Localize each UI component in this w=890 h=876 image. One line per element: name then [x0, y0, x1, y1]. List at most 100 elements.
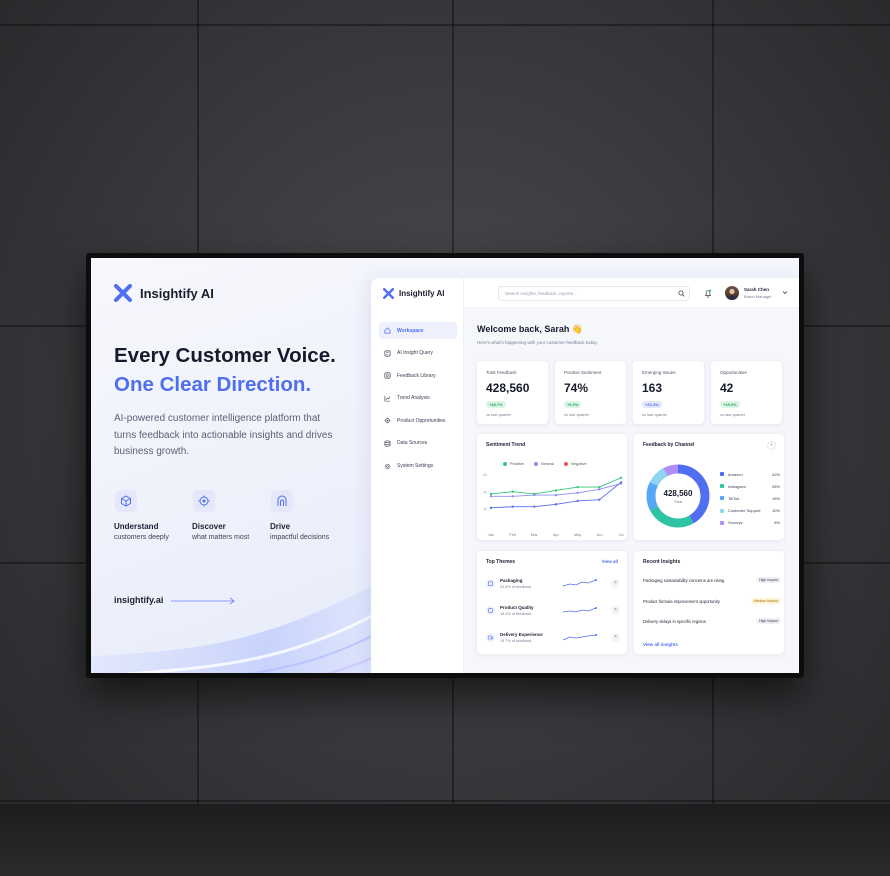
sidebar-item-label: System Settings — [397, 463, 434, 470]
avatar[interactable] — [725, 286, 739, 300]
sidebar: Insightify AI Workspace AI Insight Query… — [371, 278, 464, 673]
view-all-insights-link[interactable]: View all insights — [643, 642, 678, 647]
impact-badge: Medium impact — [750, 598, 781, 604]
dismiss-icon[interactable]: × — [611, 633, 620, 642]
stat-subtext: vs last quarter — [642, 412, 668, 417]
stat-card-total-feedback[interactable]: Total Feedback 428,560 +18.7% vs last qu… — [476, 360, 549, 425]
insight-text: Packaging sustainability concerns are ri… — [643, 578, 725, 583]
library-icon — [384, 372, 391, 379]
search-input[interactable]: Search insights, feedback, reports... — [498, 286, 690, 301]
stat-change-badge: +6.2% — [564, 401, 582, 408]
welcome-heading: Welcome back, Sarah 👋 — [477, 324, 584, 334]
sidebar-item-workspace[interactable]: Workspace — [379, 322, 457, 339]
database-icon — [384, 440, 391, 447]
arch-icon — [271, 490, 293, 512]
more-button[interactable]: + — [767, 441, 776, 450]
data-point-positive — [619, 476, 623, 479]
data-point-neutral — [489, 495, 493, 498]
wall-seam — [0, 800, 890, 802]
channel-legend: Amazon 42% Instagram 26% TikTok 15% Custome… — [720, 468, 780, 529]
feature-understand: Understand customers deeply — [114, 490, 192, 541]
stat-value: 163 — [642, 381, 663, 395]
feature-subtitle: what matters most — [192, 534, 250, 541]
stat-subtext: vs last quarter — [564, 412, 590, 417]
theme-sparkline — [562, 607, 597, 613]
sidebar-item-product-opportunities[interactable]: Product Opportunities — [379, 412, 457, 429]
sidebar-item-label: AI Insight Query — [397, 350, 433, 357]
stat-value: 428,560 — [486, 381, 530, 395]
stat-change-badge: +18.7% — [486, 401, 506, 408]
sidebar-item-ai-insight-query[interactable]: AI Insight Query — [379, 345, 457, 362]
gear-icon — [384, 463, 391, 469]
x-tick-label: Apr — [553, 532, 560, 537]
insight-text: Product formula improvement opportunity — [643, 599, 720, 604]
stat-value: 42 — [720, 381, 734, 395]
stat-value: 74% — [564, 381, 589, 395]
search-icon[interactable] — [678, 290, 685, 297]
x-tick-label: Jul — [618, 532, 623, 537]
site-link[interactable]: insightify.ai — [114, 595, 163, 605]
theme-row-packaging[interactable]: Packaging 24.8% of feedback × — [486, 577, 620, 593]
cube-icon — [115, 490, 137, 512]
hero-panel: Insightify AI Every Customer Voice. One … — [91, 258, 371, 673]
theme-sparkline — [562, 579, 597, 587]
logo-x-icon — [114, 284, 132, 302]
data-point-neutral — [598, 488, 601, 491]
stat-label: Emerging Issues — [642, 370, 676, 375]
card-title: Sentiment Trend — [486, 442, 526, 448]
sidebar-item-feedback-library[interactable]: Feedback Library — [379, 367, 457, 384]
data-point-neutral — [554, 493, 558, 497]
stat-card-positive-sentiment[interactable]: Positive Sentiment 74% +6.2% vs last qua… — [554, 360, 627, 425]
feature-title: Understand — [114, 522, 159, 531]
hero-description: AI-powered customer intelligence platfor… — [114, 413, 333, 457]
card-title: Top Themes — [486, 559, 516, 565]
stat-change-badge: +15.3% — [720, 401, 740, 408]
insight-row[interactable]: Delivery delays in specific regions High… — [643, 617, 781, 629]
sidebar-item-label: Product Opportunities — [397, 417, 446, 424]
stat-card-opportunities[interactable]: Opportunities 42 +15.3% vs last quarter — [710, 360, 783, 425]
user-name: Sarah Chen — [744, 287, 770, 292]
sentiment-line-chart: 60 40 20 Jan Feb Mar Apr May Jun Jul — [483, 473, 624, 537]
sidebar-item-label: Feedback Library — [397, 372, 436, 379]
stat-label: Total Feedback — [486, 370, 517, 375]
data-point-negative — [554, 503, 558, 506]
headline-line-1: Every Customer Voice. — [114, 344, 336, 367]
theme-row-delivery-experience[interactable]: Delivery Experience 15.7% of feedback × — [486, 631, 620, 647]
recent-insights-card: Recent Insights Packaging sustainability… — [633, 550, 785, 655]
bell-icon[interactable] — [704, 289, 712, 298]
insight-row[interactable]: Product formula improvement opportunity … — [643, 597, 781, 609]
theme-row-product-quality[interactable]: Product Quality 18.2% of feedback × — [486, 604, 620, 620]
dashboard-app: Insightify AI Workspace AI Insight Query… — [371, 278, 799, 673]
data-point-neutral — [576, 491, 579, 494]
main-content: Search insights, feedback, reports... Sa… — [464, 278, 799, 673]
chevron-down-icon[interactable] — [782, 290, 788, 295]
channel-row: Amazon 42% — [720, 468, 780, 480]
lightbulb-icon — [384, 417, 391, 424]
data-point-positive — [576, 485, 579, 489]
insight-row[interactable]: Packaging sustainability concerns are ri… — [643, 576, 781, 588]
trend-icon — [384, 395, 391, 402]
x-tick-label: Mar — [531, 532, 539, 537]
data-point-neutral — [511, 495, 514, 498]
impact-badge: High impact — [756, 577, 781, 583]
home-icon — [384, 327, 391, 334]
y-tick-label: 60 — [483, 473, 487, 477]
dismiss-icon[interactable]: × — [611, 579, 620, 588]
sidebar-item-system-settings[interactable]: System Settings — [379, 458, 457, 475]
data-point-positive — [489, 492, 493, 496]
stat-label: Positive Sentiment — [564, 370, 602, 375]
stat-label: Opportunities — [720, 370, 747, 375]
data-point-negative — [576, 499, 579, 503]
stat-subtext: vs last quarter — [486, 412, 512, 417]
sidebar-brand: Insightify AI — [399, 289, 445, 298]
feature-subtitle: impactful decisions — [270, 534, 330, 541]
stat-card-emerging-issues[interactable]: Emerging Issues 163 +23.4% vs last quart… — [632, 360, 705, 425]
view-all-link[interactable]: View all — [602, 559, 618, 564]
sidebar-item-trend-analysis[interactable]: Trend Analysis — [379, 390, 457, 407]
sidebar-item-data-sources[interactable]: Data Sources — [379, 435, 457, 452]
feedback-by-channel-card: Feedback by Channel + 428,560 Total Amaz… — [633, 433, 785, 541]
dismiss-icon[interactable]: × — [611, 606, 620, 615]
decorative-wave — [91, 585, 371, 673]
arrow-right-icon — [171, 597, 235, 605]
sidebar-logo[interactable]: Insightify AI — [383, 288, 444, 299]
